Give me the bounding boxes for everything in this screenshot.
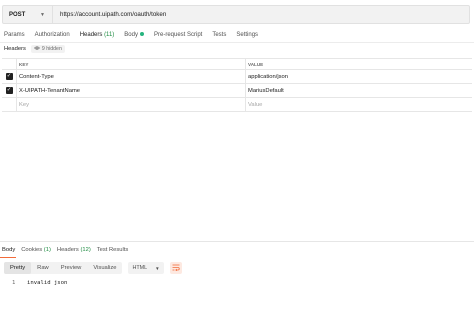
response-divider [0,241,474,242]
tab-label: Headers [56,247,79,253]
request-tabs: Params Authorization Headers (11) Body P… [0,28,474,43]
body-indicator-dot [139,31,144,36]
value-column-header: VALUE [248,61,264,67]
line-number: 1 [12,280,16,286]
tab-label: Pre-request Script [153,32,203,38]
tab-label: Headers [79,32,103,38]
request-url-bar: POST ▼ https://account.uipath.com/oauth/… [2,5,470,24]
hidden-headers-toggle[interactable]: 9 hidden [30,45,65,53]
tab-count: (11) [104,32,115,38]
new-value-input[interactable]: Value [246,98,472,111]
wrap-lines-button[interactable] [169,262,182,274]
tab-test-results[interactable]: Test Results [94,244,132,257]
table-header-row: KEY VALUE [2,59,472,70]
tab-tests[interactable]: Tests [207,28,231,42]
pretty-button[interactable]: Pretty [4,262,32,274]
tab-response-cookies[interactable]: Cookies (1) [18,244,54,257]
format-label: HTML [132,265,148,271]
key-column-header: KEY [17,59,246,69]
header-value-cell[interactable]: MariusDefault [246,84,472,97]
tab-label: Test Results [96,247,129,253]
tab-label: Body [124,32,138,38]
chevron-down-icon: ▼ [155,265,160,271]
table-row: ✓ X-UIPATH-TenantName MariusDefault [2,84,472,98]
tab-params[interactable]: Params [0,28,30,42]
headers-label: Headers [4,46,26,52]
format-dropdown[interactable]: HTML ▼ [128,262,164,274]
chevron-down-icon: ▼ [40,11,45,18]
tab-pre-request-script[interactable]: Pre-request Script [149,28,207,42]
response-tabs: Body Cookies (1) Headers (12) Test Resul… [0,244,132,258]
checkmark-icon: ✓ [6,87,12,93]
headers-subheader: Headers 9 hidden [4,44,65,54]
visualize-button[interactable]: Visualize [87,262,122,274]
row-checkbox-cell: ✓ [2,84,17,97]
checkmark-icon: ✓ [6,73,12,79]
tab-response-body[interactable]: Body [0,244,18,258]
tab-authorization[interactable]: Authorization [30,28,75,42]
tab-label: Cookies [21,247,43,253]
tab-label: Params [4,32,25,38]
method-dropdown[interactable]: POST ▼ [3,6,53,23]
headers-table: KEY VALUE ✓ Content-Type application/jso… [2,58,472,112]
url-input[interactable]: https://account.uipath.com/oauth/token [53,11,166,18]
raw-button[interactable]: Raw [31,262,55,274]
tab-label: Body [2,247,16,253]
tab-headers[interactable]: Headers (11) [75,28,120,43]
hidden-count: 9 hidden [41,46,62,52]
header-value-cell[interactable]: application/json [246,70,472,83]
tab-label: Authorization [34,32,70,38]
tab-label: Tests [212,32,227,38]
row-checkbox[interactable]: ✓ [5,87,13,94]
new-key-input[interactable]: Key [17,98,246,111]
tab-body[interactable]: Body [119,28,149,42]
response-body-editor[interactable]: 1 invalid json [12,280,67,286]
header-key-cell[interactable]: X-UIPATH-TenantName [17,84,246,97]
tabs-divider [0,42,474,43]
eye-icon [33,46,40,52]
tab-count: (12) [80,247,91,253]
header-key-cell[interactable]: Content-Type [17,70,246,83]
preview-button[interactable]: Preview [55,262,88,274]
table-row-new: Key Value [2,98,472,112]
row-checkbox[interactable]: ✓ [5,73,13,80]
wrap-lines-icon [172,264,180,273]
method-label: POST [9,11,26,18]
tab-settings[interactable]: Settings [231,28,263,42]
row-checkbox-cell: ✓ [2,70,17,83]
header-check-cell [2,59,17,69]
row-checkbox-cell [2,98,17,111]
tab-label: Settings [236,32,259,38]
response-toolbar: Pretty Raw Preview Visualize HTML ▼ [4,262,182,274]
view-mode-toggle: Pretty Raw Preview Visualize [4,262,123,274]
tab-response-headers[interactable]: Headers (12) [54,244,94,257]
table-row: ✓ Content-Type application/json [2,70,472,84]
tab-count: (1) [43,247,51,253]
response-body-text: invalid json [27,280,68,286]
